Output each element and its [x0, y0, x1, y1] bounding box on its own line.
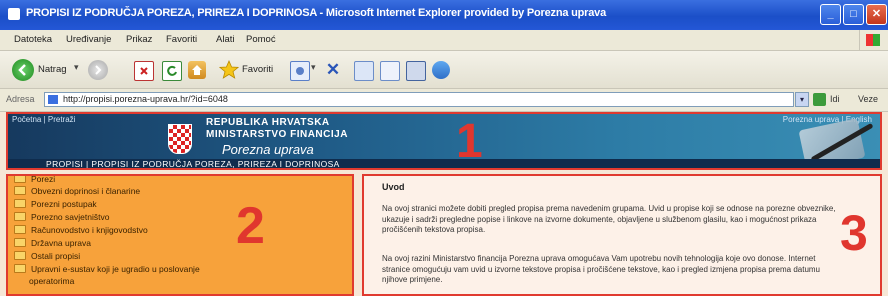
nav-item-upravni-e-sustav[interactable]: Upravni e-sustav koji je ugradio u poslo… [14, 264, 200, 274]
windows-logo-icon [859, 30, 888, 50]
toolbar: Natrag ▾ Favoriti ▾ ✕ [0, 51, 888, 89]
window-titlebar[interactable]: PROPISI IZ PODRUČJA POREZA, PRIREZA I DO… [0, 0, 888, 30]
nav-item-porezi[interactable]: Porezi [14, 176, 55, 184]
favorites-label[interactable]: Favoriti [242, 64, 273, 75]
back-label[interactable]: Natrag [38, 64, 67, 75]
nav-item-porezno-savjetnistvo[interactable]: Porezno savjetništvo [14, 212, 109, 222]
media-dropdown-icon[interactable]: ▾ [311, 62, 316, 73]
folder-icon [14, 186, 26, 195]
content-panel: Uvod Na ovoj stranici možete dobiti preg… [362, 174, 882, 296]
home-icon[interactable] [188, 61, 206, 79]
menu-help[interactable]: Pomoć [246, 34, 276, 45]
content-paragraph-2: Na ovoj razini Ministarstvo financija Po… [382, 254, 820, 284]
go-arrow-icon[interactable] [813, 93, 826, 106]
address-label: Adresa [6, 94, 35, 104]
media-icon[interactable] [290, 61, 310, 81]
annotation-box-1 [6, 112, 882, 170]
folder-icon [14, 238, 26, 247]
refresh-icon[interactable] [162, 61, 182, 81]
internet-explorer-icon [8, 8, 20, 20]
close-button[interactable]: ✕ [866, 4, 887, 25]
folder-icon [14, 225, 26, 234]
annotation-number-3: 3 [840, 205, 868, 261]
back-dropdown-icon[interactable]: ▾ [74, 62, 79, 73]
favorites-star-icon[interactable] [218, 59, 240, 81]
folder-icon [14, 199, 26, 208]
page-icon [48, 95, 58, 104]
folder-icon [14, 212, 26, 221]
links-button[interactable]: Veze [858, 94, 878, 104]
address-bar: Adresa http://propisi.porezna-uprava.hr/… [0, 89, 888, 112]
menu-favorites[interactable]: Favoriti [166, 34, 197, 45]
content-paragraph-1: Na ovoj stranici možete dobiti pregled p… [382, 204, 836, 234]
menu-edit[interactable]: Uređivanje [66, 34, 111, 45]
go-button[interactable]: Idi [830, 94, 840, 104]
nav-item-drzavna-uprava[interactable]: Državna uprava [14, 238, 91, 248]
window-title: PROPISI IZ PODRUČJA POREZA, PRIREZA I DO… [26, 7, 607, 19]
nav-item-continuation[interactable]: operatorima [29, 276, 74, 286]
nav-item-racunovodstvo[interactable]: Računovodstvo i knjigovodstvo [14, 225, 148, 235]
address-input[interactable]: http://propisi.porezna-uprava.hr/?id=604… [44, 92, 794, 107]
nav-item-ostali-propisi[interactable]: Ostali propisi [14, 251, 80, 261]
menu-file[interactable]: Datoteka [14, 34, 52, 45]
messenger-icon[interactable] [432, 61, 450, 79]
stop-icon[interactable] [134, 61, 154, 81]
content-heading: Uvod [382, 182, 405, 192]
folder-icon [14, 251, 26, 260]
mail-icon[interactable]: ✕ [324, 60, 342, 80]
nav-item-porezni-postupak[interactable]: Porezni postupak [14, 199, 97, 209]
nav-item-obvezni-doprinosi[interactable]: Obvezni doprinosi i članarine [14, 186, 140, 196]
edit-icon[interactable] [380, 61, 400, 81]
address-dropdown-button[interactable]: ▾ [795, 92, 809, 107]
menu-tools[interactable]: Alati [216, 34, 234, 45]
minimize-button[interactable]: _ [820, 4, 841, 25]
back-icon[interactable] [12, 59, 34, 81]
discuss-icon[interactable] [406, 61, 426, 81]
web-page: Početna | Pretraži Porezna uprava | Engl… [0, 112, 888, 296]
menu-view[interactable]: Prikaz [126, 34, 152, 45]
folder-icon [14, 176, 26, 183]
folder-icon [14, 264, 26, 273]
left-navigation: Porezi Obvezni doprinosi i članarine Por… [6, 174, 354, 296]
maximize-button[interactable]: □ [843, 4, 864, 25]
annotation-number-1: 1 [456, 115, 483, 168]
annotation-number-2: 2 [236, 197, 265, 255]
print-icon[interactable] [354, 61, 374, 81]
address-url[interactable]: http://propisi.porezna-uprava.hr/?id=604… [63, 94, 228, 104]
menu-bar: Datoteka Uređivanje Prikaz Favoriti Alat… [0, 30, 888, 51]
forward-icon[interactable] [88, 60, 108, 80]
